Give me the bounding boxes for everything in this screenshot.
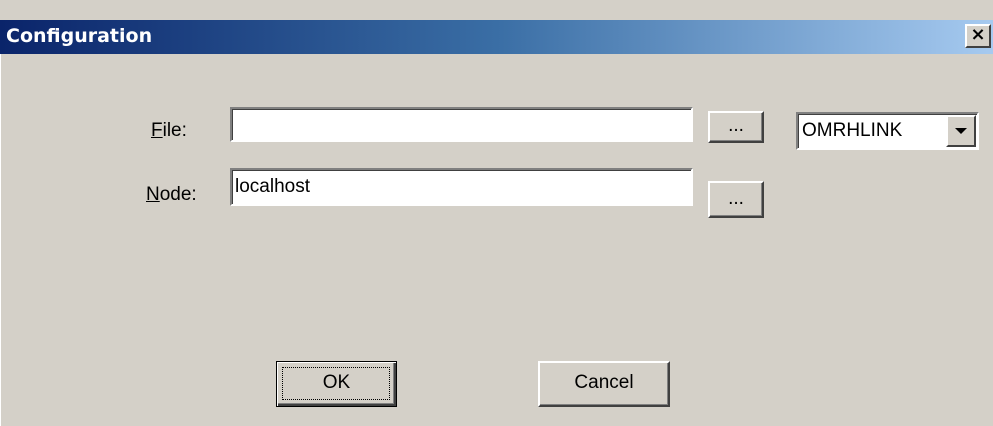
close-button[interactable]: × <box>965 24 991 48</box>
chevron-down-icon <box>955 128 967 134</box>
node-browse-button[interactable]: ... <box>708 181 764 218</box>
link-dropdown[interactable]: OMRHLINK <box>796 112 979 150</box>
file-label-text: ile: <box>162 120 187 141</box>
close-icon: × <box>970 24 986 45</box>
file-browse-button[interactable]: ... <box>708 111 764 143</box>
title-bar[interactable]: Configuration × <box>0 20 993 54</box>
configuration-dialog: Configuration × File: ... OMRHLINK Node:… <box>0 0 993 426</box>
file-label: File: <box>151 120 187 142</box>
node-input[interactable] <box>230 168 693 206</box>
ok-button[interactable]: OK <box>276 361 397 407</box>
cancel-label: Cancel <box>574 372 634 393</box>
focus-rectangle <box>282 367 390 400</box>
node-label-text: ode: <box>159 184 197 205</box>
cancel-button[interactable]: Cancel <box>538 361 670 407</box>
dialog-body: File: ... OMRHLINK Node: ... OK Cancel <box>0 54 993 426</box>
file-input[interactable] <box>230 107 693 142</box>
node-browse-label: ... <box>728 188 744 209</box>
node-label-mnemonic: N <box>146 184 160 205</box>
dropdown-arrow-button[interactable] <box>946 115 976 147</box>
file-browse-label: ... <box>728 115 744 136</box>
dropdown-selected-value: OMRHLINK <box>802 120 903 141</box>
window-title: Configuration <box>6 25 153 47</box>
file-label-mnemonic: F <box>151 120 163 141</box>
node-label: Node: <box>146 184 197 206</box>
